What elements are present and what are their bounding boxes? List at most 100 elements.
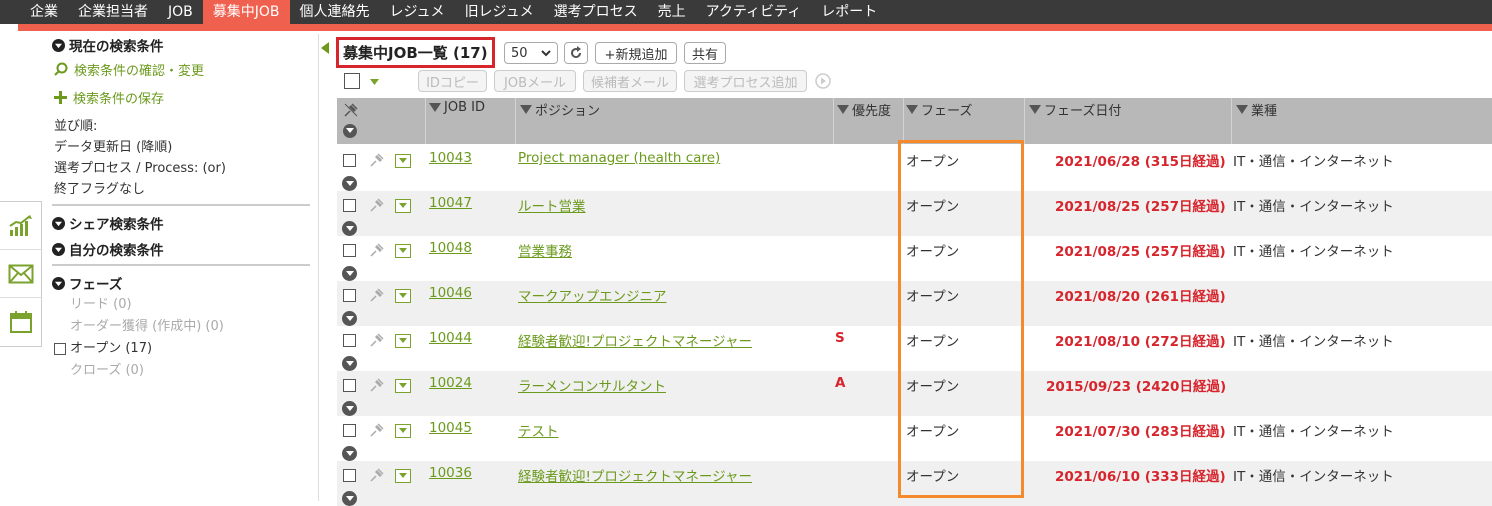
phase-filter-order[interactable]: オーダー獲得 (作成中) (0) — [52, 316, 312, 338]
confirm-change-conditions-link[interactable]: 検索条件の確認・変更 — [52, 56, 312, 82]
row-expand-icon[interactable] — [342, 446, 357, 461]
job-id-link[interactable]: 10024 — [429, 375, 472, 391]
column-header-position[interactable]: ポジション — [520, 100, 600, 119]
row-checkbox[interactable] — [343, 199, 356, 212]
job-id-link[interactable]: 10047 — [429, 195, 472, 211]
add-new-button[interactable]: +新規追加 — [595, 42, 677, 64]
phase-filter-lead[interactable]: リード (0) — [52, 294, 312, 316]
pin-icon[interactable] — [370, 333, 384, 347]
share-button[interactable]: 共有 — [684, 42, 726, 64]
row-menu-dropdown[interactable] — [395, 334, 411, 348]
row-expand-icon[interactable] — [342, 266, 357, 281]
row-expand-icon[interactable] — [342, 176, 357, 191]
column-header-phase-date[interactable]: フェーズ日付 — [1029, 100, 1121, 119]
row-menu-dropdown[interactable] — [395, 469, 411, 483]
job-id-link[interactable]: 10046 — [429, 285, 472, 301]
search-icon — [54, 62, 68, 76]
refresh-button[interactable] — [564, 42, 588, 64]
pin-icon[interactable] — [370, 378, 384, 392]
per-page-select[interactable]: 50 — [504, 42, 558, 64]
phase-value: オープン — [906, 469, 960, 485]
row-menu-dropdown[interactable] — [395, 199, 411, 213]
nav-item-old-resume[interactable]: 旧レジュメ — [455, 0, 544, 24]
position-link[interactable]: 経験者歓迎!プロジェクトマネージャー — [518, 465, 752, 485]
nav-item-selection-process[interactable]: 選考プロセス — [544, 0, 648, 24]
position-link[interactable]: Project manager (health care) — [518, 150, 720, 166]
phase-filter-close[interactable]: クローズ (0) — [52, 360, 312, 382]
row-expand-icon[interactable] — [342, 311, 357, 326]
column-header-phase[interactable]: フェーズ — [906, 100, 972, 119]
row-checkbox[interactable] — [343, 379, 356, 392]
column-header-job-id[interactable]: JOB ID — [429, 100, 485, 115]
pin-icon[interactable] — [370, 288, 384, 302]
job-id-link[interactable]: 10044 — [429, 330, 472, 346]
row-menu-dropdown[interactable] — [395, 424, 411, 438]
pin-icon[interactable] — [370, 153, 384, 167]
phase-heading[interactable]: フェーズ — [52, 272, 312, 294]
row-menu-dropdown[interactable] — [395, 154, 411, 168]
chevron-down-icon[interactable] — [370, 79, 379, 85]
position-link[interactable]: マークアップエンジニア — [518, 285, 667, 305]
id-copy-button[interactable]: IDコピー — [418, 70, 487, 92]
row-expand-icon[interactable] — [342, 491, 357, 506]
chevron-down-icon — [52, 276, 65, 290]
phase-value: オープン — [906, 199, 960, 215]
phase-filter-open[interactable]: オープン (17) — [52, 338, 312, 360]
position-link[interactable]: ラーメンコンサルタント — [518, 375, 666, 395]
nav-item-job[interactable]: JOB — [158, 0, 203, 24]
job-mail-button[interactable]: JOBメール — [494, 70, 576, 92]
play-icon[interactable] — [815, 73, 831, 89]
row-menu-dropdown[interactable] — [395, 379, 411, 393]
job-id-link[interactable]: 10043 — [429, 150, 472, 166]
save-conditions-link[interactable]: 検索条件の保存 — [52, 84, 312, 110]
phase-date-value: 2021/08/10 (272日経過) — [1055, 334, 1226, 350]
sort-order-value: データ更新日 (降順) — [54, 140, 173, 155]
row-checkbox[interactable] — [343, 424, 356, 437]
job-id-link[interactable]: 10048 — [429, 240, 472, 256]
phase-value: オープン — [906, 334, 960, 350]
row-expand-icon[interactable] — [342, 221, 357, 236]
pin-icon[interactable] — [370, 468, 384, 482]
row-checkbox[interactable] — [343, 154, 356, 167]
row-checkbox[interactable] — [343, 469, 356, 482]
candidate-mail-button[interactable]: 候補者メール — [583, 70, 677, 92]
add-process-button[interactable]: 選考プロセス追加 — [684, 70, 807, 92]
nav-item-resume[interactable]: レジュメ — [380, 0, 455, 24]
column-header-industry[interactable]: 業種 — [1236, 100, 1277, 119]
select-all-checkbox[interactable] — [344, 73, 360, 89]
position-link[interactable]: ルート営業 — [518, 195, 586, 215]
column-header-priority[interactable]: 優先度 — [837, 100, 891, 119]
chart-icon[interactable] — [0, 202, 41, 250]
job-id-link[interactable]: 10045 — [429, 420, 472, 436]
job-id-link[interactable]: 10036 — [429, 465, 472, 481]
position-link[interactable]: 営業事務 — [518, 240, 572, 260]
row-menu-dropdown[interactable] — [395, 289, 411, 303]
my-conditions-heading[interactable]: 自分の検索条件 — [52, 238, 312, 260]
calendar-icon[interactable] — [0, 298, 41, 346]
position-link[interactable]: テスト — [518, 420, 559, 440]
nav-item-company-contact[interactable]: 企業担当者 — [68, 0, 158, 24]
nav-item-sales[interactable]: 売上 — [648, 0, 696, 24]
checkbox[interactable] — [54, 343, 66, 355]
nav-item-activity[interactable]: アクティビティ — [696, 0, 812, 24]
row-menu-dropdown[interactable] — [395, 244, 411, 258]
column-menu-icon[interactable] — [343, 124, 357, 138]
collapse-sidebar-icon[interactable] — [318, 40, 332, 56]
nav-item-open-job[interactable]: 募集中JOB — [202, 0, 290, 24]
row-expand-icon[interactable] — [342, 356, 357, 371]
row-expand-icon[interactable] — [342, 401, 357, 416]
nav-item-company[interactable]: 企業 — [20, 0, 68, 24]
nav-item-personal-contact[interactable]: 個人連絡先 — [290, 0, 380, 24]
pin-icon[interactable] — [370, 423, 384, 437]
row-checkbox[interactable] — [343, 244, 356, 257]
shared-conditions-heading[interactable]: シェア検索条件 — [52, 212, 312, 234]
nav-item-report[interactable]: レポート — [811, 0, 887, 24]
pin-icon[interactable] — [370, 243, 384, 257]
pin-icon[interactable] — [344, 103, 358, 117]
position-link[interactable]: 経験者歓迎!プロジェクトマネージャー — [518, 330, 752, 350]
pin-icon[interactable] — [370, 198, 384, 212]
current-conditions-heading[interactable]: 現在の検索条件 — [52, 34, 312, 56]
mail-icon[interactable] — [0, 250, 41, 298]
row-checkbox[interactable] — [343, 289, 356, 302]
row-checkbox[interactable] — [343, 334, 356, 347]
